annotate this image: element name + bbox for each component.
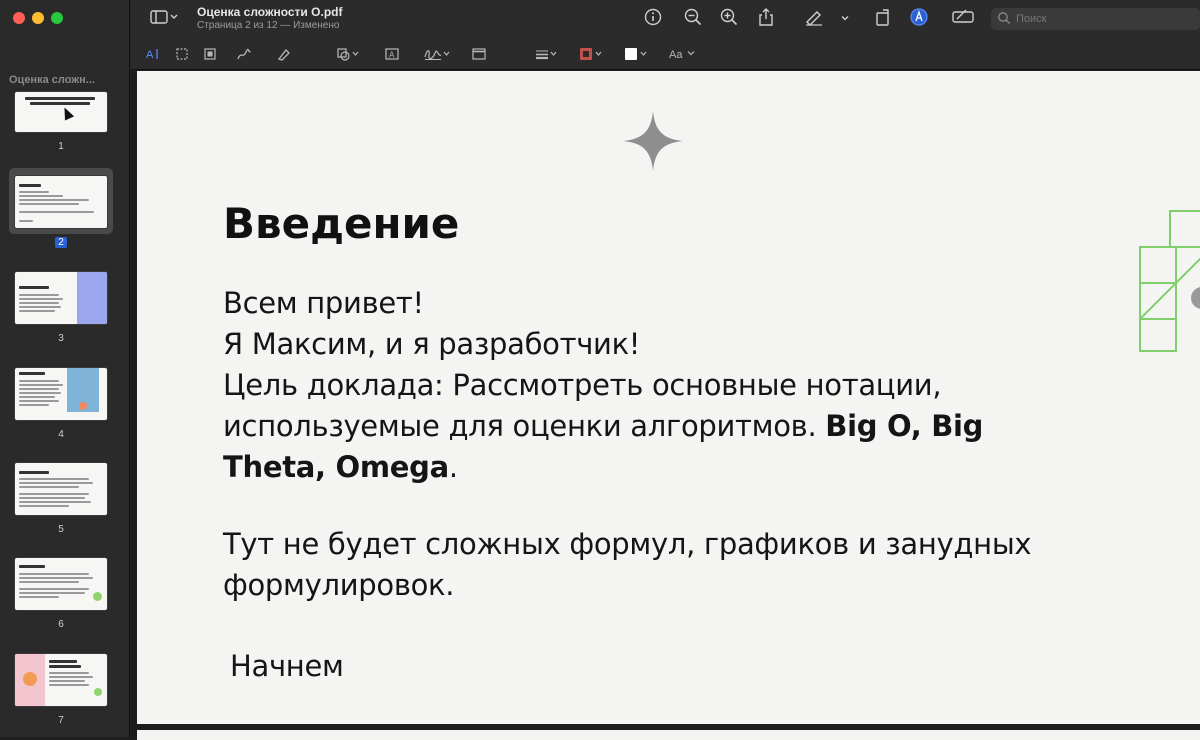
- line-style-icon[interactable]: [534, 47, 558, 64]
- thumbnail-page-number: 3: [58, 333, 64, 344]
- thumbnail-page-7[interactable]: 7: [0, 654, 122, 728]
- thumbnail-page-1[interactable]: 1: [0, 92, 122, 154]
- close-window-button[interactable]: [13, 12, 25, 24]
- markup-pen-icon[interactable]: [803, 8, 825, 26]
- fullscreen-window-button[interactable]: [51, 12, 63, 24]
- preview-window: Оценка сложн... 1 2 3 4 5 6 7 Оценка сло…: [0, 0, 1200, 740]
- sidebar-toggle-button[interactable]: [149, 9, 179, 27]
- instant-alpha-icon[interactable]: [203, 47, 217, 64]
- svg-text:A: A: [146, 49, 154, 61]
- sparkle-icon: [623, 111, 683, 171]
- slide-text: используемые для оценки алгоритмов.: [223, 409, 826, 443]
- signature-icon[interactable]: [423, 47, 451, 64]
- thumbnail-page-6[interactable]: 6: [0, 558, 122, 632]
- slide-title: Введение: [223, 199, 460, 248]
- note-icon[interactable]: [471, 47, 487, 64]
- highlight-annotate-icon[interactable]: [909, 7, 929, 26]
- form-filling-icon[interactable]: [951, 8, 975, 26]
- slide-line-note: Тут не будет сложных формул, графиков и …: [223, 527, 1032, 561]
- thumbnail-page-4[interactable]: 4: [0, 368, 122, 442]
- thumbnail-image: [15, 272, 107, 324]
- sidebar-document-title: Оценка сложн...: [9, 74, 95, 86]
- thumbnail-page-number: 4: [58, 429, 64, 440]
- thumbnail-page-number: 1: [58, 141, 64, 152]
- thumbnail-image: [15, 558, 107, 610]
- zoom-in-icon[interactable]: [719, 8, 739, 26]
- slide-line-note-end: формулировок.: [223, 568, 455, 602]
- thumbnail-image: [15, 463, 107, 515]
- thumbnail-image: [15, 368, 107, 420]
- slide-line-goal-end: Theta, Omega.: [223, 447, 458, 488]
- search-field[interactable]: Поиск: [991, 8, 1200, 30]
- toolbar: Оценка сложности O.pdf Страница 2 из 12 …: [131, 0, 1200, 70]
- window-controls: [13, 12, 63, 24]
- shapes-icon[interactable]: [336, 47, 360, 64]
- text-style-button[interactable]: Aa: [669, 48, 696, 61]
- slide-line-greeting: Всем привет!: [223, 286, 424, 320]
- geometric-decoration: [1139, 210, 1200, 352]
- text-style-label: Aa: [669, 49, 683, 61]
- slide-text: .: [448, 450, 458, 484]
- thumbnail-sidebar: Оценка сложн... 1 2 3 4 5 6 7: [0, 0, 130, 737]
- slide-text-bold: Theta, Omega: [223, 450, 449, 484]
- text-box-icon[interactable]: A: [384, 47, 400, 64]
- zoom-out-icon[interactable]: [683, 8, 703, 26]
- thumbnail-page-number: 6: [58, 619, 64, 630]
- svg-text:A: A: [389, 51, 395, 60]
- draw-icon[interactable]: [277, 47, 293, 64]
- text-selection-icon[interactable]: A: [145, 47, 161, 64]
- search-placeholder: Поиск: [1016, 13, 1047, 25]
- document-view[interactable]: Введение Всем привет! Я Максим, и я разр…: [131, 71, 1200, 740]
- rectangular-selection-icon[interactable]: [175, 47, 189, 64]
- thumbnail-image: [15, 654, 107, 706]
- share-icon[interactable]: [756, 7, 776, 26]
- rotate-icon[interactable]: [873, 7, 893, 26]
- document-status: Страница 2 из 12 — Изменено: [197, 20, 340, 31]
- slide-text-bold: Big O, Big: [825, 409, 984, 443]
- thumbnail-page-number: 7: [58, 715, 64, 726]
- slide-line-intro: Я Максим, и я разработчик!: [223, 327, 641, 361]
- slide-line-goal: Цель доклада: Рассмотреть основные нотац…: [223, 368, 942, 402]
- thumbnail-page-3[interactable]: 3: [0, 272, 122, 346]
- thumbnail-page-number: 5: [58, 524, 64, 535]
- thumbnail-image: [15, 176, 107, 228]
- sketch-icon[interactable]: [236, 47, 252, 64]
- border-color-icon[interactable]: [578, 47, 604, 64]
- info-icon[interactable]: [643, 8, 663, 26]
- slide-line-start: Начнем: [230, 649, 344, 683]
- markup-chevron-down-icon[interactable]: [839, 9, 851, 27]
- slide-line-goal-cont: используемые для оценки алгоритмов. Big …: [223, 406, 983, 447]
- minimize-window-button[interactable]: [32, 12, 44, 24]
- fill-color-icon[interactable]: [623, 47, 649, 64]
- thumbnail-page-number: 2: [55, 237, 67, 248]
- thumbnail-page-5[interactable]: 5: [0, 463, 122, 537]
- thumbnail-page-2[interactable]: 2: [0, 168, 122, 250]
- search-icon: [997, 11, 1011, 28]
- pdf-page: Введение Всем привет! Я Максим, и я разр…: [137, 71, 1200, 724]
- next-pdf-page: [137, 730, 1200, 740]
- document-title: Оценка сложности O.pdf: [197, 5, 343, 19]
